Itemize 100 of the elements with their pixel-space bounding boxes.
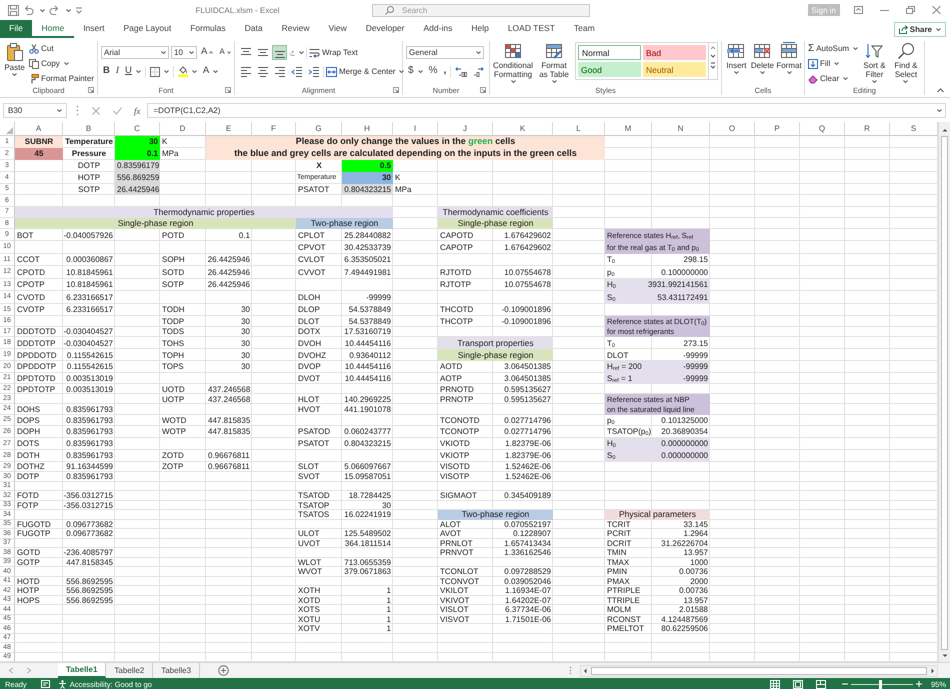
delete-button[interactable]: Delete xyxy=(750,41,774,74)
format-as-table-button[interactable]: Format as Table xyxy=(536,41,572,83)
column-header[interactable]: R xyxy=(845,122,890,136)
collapse-ribbon-icon[interactable] xyxy=(937,88,944,93)
decrease-font-size-button[interactable]: A xyxy=(217,46,233,60)
close-icon[interactable] xyxy=(932,6,941,14)
ribbon-tab[interactable]: View xyxy=(318,20,356,38)
increase-decimal-button[interactable] xyxy=(453,64,468,79)
scroll-right-icon[interactable] xyxy=(929,666,937,674)
find-select-button[interactable]: Find & Select xyxy=(890,41,921,83)
column-header[interactable]: B xyxy=(63,122,115,136)
undo-icon[interactable] xyxy=(23,5,34,15)
input-cell[interactable]: 30 xyxy=(115,136,160,148)
column-header[interactable]: M xyxy=(605,122,652,136)
dialog-launcher-icon[interactable] xyxy=(393,87,399,93)
conditional-formatting-button[interactable]: Conditional Formatting xyxy=(493,41,534,83)
column-header[interactable]: P xyxy=(755,122,800,136)
zoom-in-icon[interactable] xyxy=(916,681,922,687)
font-name-dropdown[interactable]: Arial xyxy=(101,46,169,59)
borders-button[interactable] xyxy=(148,64,171,78)
share-button[interactable]: Share xyxy=(894,22,946,37)
cell-style-button[interactable]: Neutral xyxy=(643,62,706,77)
ribbon-tab[interactable]: Help xyxy=(462,20,498,38)
page-break-icon[interactable] xyxy=(816,680,826,688)
scroll-up-icon[interactable] xyxy=(940,126,948,134)
input-cell[interactable]: 0.5 xyxy=(342,160,393,172)
restore-icon[interactable] xyxy=(906,6,915,14)
increase-font-size-button[interactable]: A xyxy=(199,46,216,60)
insert-button[interactable]: Insert xyxy=(725,41,748,74)
font-size-dropdown[interactable]: 10 xyxy=(171,46,197,59)
ribbon-display-icon[interactable] xyxy=(854,6,863,14)
more-styles-icon[interactable] xyxy=(709,61,717,70)
currency-button[interactable]: $ xyxy=(406,64,425,78)
align-right-button[interactable] xyxy=(272,64,287,79)
autosum-button[interactable]: Σ AutoSum xyxy=(808,42,858,55)
underline-button[interactable]: U xyxy=(123,64,143,78)
ribbon-tab[interactable]: Developer xyxy=(356,20,414,38)
format-button[interactable]: Format xyxy=(777,41,801,74)
fill-button[interactable]: Fill xyxy=(808,57,858,70)
name-box[interactable]: B30 xyxy=(3,103,67,118)
increase-indent-button[interactable] xyxy=(306,64,321,79)
cell-style-button[interactable]: Good xyxy=(578,62,641,77)
bold-button[interactable]: B xyxy=(101,64,112,78)
ribbon-tab[interactable]: Team xyxy=(564,20,604,38)
column-header[interactable]: O xyxy=(710,122,755,136)
decrease-indent-button[interactable] xyxy=(289,64,304,79)
percent-button[interactable]: % xyxy=(426,64,440,78)
clear-button[interactable]: Clear xyxy=(808,72,858,85)
ribbon-tab[interactable]: Formulas xyxy=(180,20,236,38)
redo-icon[interactable] xyxy=(49,5,60,15)
ribbon-tab[interactable]: Page Layout xyxy=(114,20,181,38)
macro-record-icon[interactable] xyxy=(40,680,50,688)
ribbon-tab[interactable]: File xyxy=(0,20,32,38)
sheet-tab[interactable]: Tabelle1 xyxy=(58,663,106,678)
insert-function-button[interactable]: fx xyxy=(134,106,140,116)
column-header[interactable]: Q xyxy=(800,122,845,136)
copy-button[interactable]: Copy xyxy=(29,57,94,70)
column-header[interactable]: D xyxy=(160,122,206,136)
dialog-launcher-icon[interactable] xyxy=(88,87,94,93)
italic-button[interactable]: I xyxy=(114,64,122,78)
format-painter-button[interactable]: Format Painter xyxy=(29,72,94,85)
more-icon xyxy=(76,105,79,116)
customize-toolbar-icon[interactable] xyxy=(75,6,83,14)
font-color-button[interactable]: A xyxy=(200,64,220,78)
merge-center-button[interactable]: Merge & Center xyxy=(326,65,404,78)
vertical-scrollbar[interactable] xyxy=(938,122,950,662)
scrollbar-thumb[interactable] xyxy=(591,666,927,674)
add-sheet-icon[interactable] xyxy=(218,665,230,676)
scroll-down-icon[interactable] xyxy=(940,652,948,660)
ribbon-tab[interactable]: Data xyxy=(235,20,272,38)
bottom-align-button[interactable] xyxy=(272,45,287,60)
align-center-button[interactable] xyxy=(255,64,270,79)
normal-view-icon[interactable] xyxy=(770,680,780,688)
table-cell-text: TOHS xyxy=(161,338,186,349)
dialog-launcher-icon[interactable] xyxy=(225,87,231,93)
save-icon[interactable] xyxy=(8,4,19,16)
comma-style-button[interactable]: , xyxy=(441,64,448,78)
cut-button[interactable]: Cut xyxy=(29,42,94,55)
page-layout-icon[interactable] xyxy=(792,680,803,688)
align-left-button[interactable] xyxy=(238,64,253,79)
ribbon-tab[interactable]: Review xyxy=(272,20,319,38)
zoom-out-icon[interactable] xyxy=(842,681,848,687)
dialog-launcher-icon[interactable] xyxy=(480,87,486,93)
column-header[interactable]: N xyxy=(652,122,710,136)
ribbon-tab[interactable]: Add-ins xyxy=(414,20,462,38)
input-cell[interactable]: 30 xyxy=(342,172,393,184)
input-cell[interactable]: 0.1 xyxy=(115,148,160,160)
table-cell-text: 10.81845961 xyxy=(65,266,114,278)
formula-field[interactable]: =DOTP(C1,C2,A2) xyxy=(146,103,946,118)
cell-style-button[interactable]: Bad xyxy=(643,45,706,60)
scrollbar-thumb[interactable] xyxy=(941,136,948,650)
paste-button[interactable]: Paste xyxy=(3,41,26,76)
horizontal-scrollbar[interactable] xyxy=(580,664,938,676)
ribbon-tab[interactable]: Insert xyxy=(74,20,114,38)
number-format-dropdown[interactable]: General xyxy=(406,46,484,59)
cell-style-button[interactable]: Normal xyxy=(578,45,641,60)
wrap-text-button[interactable]: Wrap Text xyxy=(309,46,358,59)
ribbon-tab[interactable]: LOAD TEST xyxy=(498,20,564,38)
fill-color-button[interactable] xyxy=(176,64,199,78)
sort-filter-button[interactable]: Sort & Filter xyxy=(861,41,888,83)
